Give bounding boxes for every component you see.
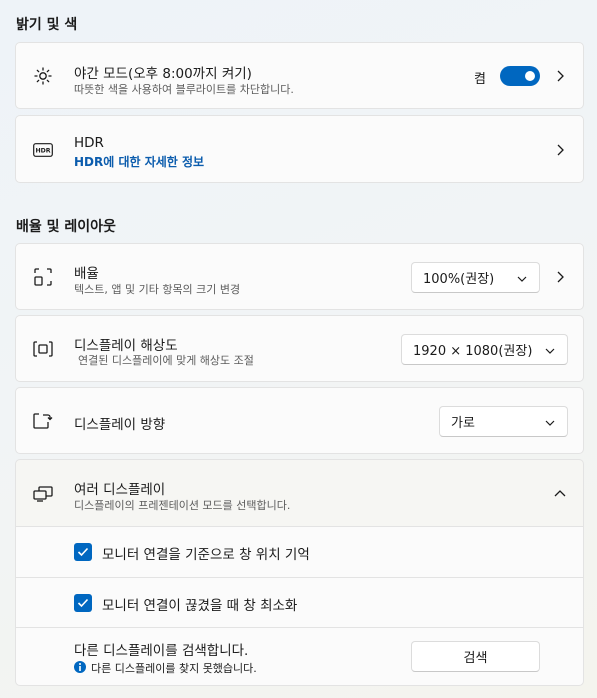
chevron-up-icon[interactable] [553, 487, 567, 501]
svg-text:HDR: HDR [35, 148, 50, 155]
chevron-down-icon [544, 344, 556, 359]
info-icon [74, 661, 86, 673]
option-row-remember-window[interactable]: 모니터 연결을 기준으로 창 위치 기억 [15, 527, 584, 578]
orientation-title: 디스플레이 방향 [74, 417, 166, 433]
resolution-title: 디스플레이 해상도 [74, 338, 178, 354]
resolution-icon [32, 338, 54, 360]
remember-window-label: 모니터 연결을 기준으로 창 위치 기억 [102, 547, 310, 563]
night-light-subtitle: 따뜻한 색을 사용하여 블루라이트를 차단합니다. [74, 83, 294, 96]
chevron-down-icon [516, 272, 528, 287]
scale-dropdown-value: 100%(권장) [423, 272, 495, 287]
section-title-brightness: 밝기 및 색 [16, 17, 78, 33]
night-light-toggle[interactable] [500, 66, 540, 86]
orientation-icon [32, 410, 54, 432]
detect-displays-info: 다른 디스플레이를 찾지 못했습니다. [91, 662, 257, 675]
multiple-displays-icon [32, 483, 54, 505]
chevron-right-icon[interactable] [553, 69, 567, 83]
detect-displays-title: 다른 디스플레이를 검색합니다. [74, 643, 249, 659]
chevron-right-icon[interactable] [553, 143, 567, 157]
resolution-subtitle: 연결된 디스플레이에 맞게 해상도 조절 [78, 354, 254, 367]
multiple-displays-subtitle: 디스플레이의 프레젠테이션 모드를 선택합니다. [74, 499, 291, 512]
scale-dropdown[interactable]: 100%(권장) [411, 262, 540, 293]
detect-displays-row: 다른 디스플레이를 검색합니다. 다른 디스플레이를 찾지 못했습니다. 검색 [15, 628, 584, 686]
orientation-card[interactable]: 디스플레이 방향 가로 [15, 387, 584, 454]
resolution-card[interactable]: 디스플레이 해상도 연결된 디스플레이에 맞게 해상도 조절 1920 × 10… [15, 315, 584, 382]
multiple-displays-title: 여러 디스플레이 [74, 482, 166, 498]
night-light-state-label: 켬 [474, 72, 486, 87]
option-row-minimize-window[interactable]: 모니터 연결이 끊겼을 때 창 최소화 [15, 578, 584, 628]
orientation-dropdown[interactable]: 가로 [439, 406, 568, 437]
night-light-card[interactable]: 야간 모드(오후 8:00까지 켜기) 따뜻한 색을 사용하여 블루라이트를 차… [15, 42, 584, 109]
chevron-down-icon [544, 416, 556, 431]
section-title-scale-layout: 배율 및 레이아웃 [16, 219, 116, 235]
hdr-info-link[interactable]: HDR에 대한 자세한 정보 [74, 153, 204, 170]
multiple-displays-card[interactable]: 여러 디스플레이 디스플레이의 프레젠테이션 모드를 선택합니다. [15, 459, 584, 527]
scale-title: 배율 [74, 266, 99, 282]
scale-subtitle: 텍스트, 앱 및 기타 항목의 크기 변경 [74, 283, 241, 296]
hdr-icon: HDR [32, 139, 54, 161]
resolution-dropdown[interactable]: 1920 × 1080(권장) [401, 334, 568, 365]
detect-button[interactable]: 검색 [411, 641, 540, 672]
minimize-window-checkbox[interactable] [74, 594, 92, 612]
scale-card[interactable]: 배율 텍스트, 앱 및 기타 항목의 크기 변경 100%(권장) [15, 243, 584, 310]
sun-brightness-icon [32, 65, 54, 87]
detect-button-label: 검색 [463, 651, 488, 666]
chevron-right-icon[interactable] [553, 270, 567, 284]
scale-icon [32, 266, 54, 288]
orientation-dropdown-value: 가로 [451, 416, 475, 431]
hdr-title: HDR [74, 135, 104, 151]
resolution-dropdown-value: 1920 × 1080(권장) [413, 344, 533, 359]
remember-window-checkbox[interactable] [74, 543, 92, 561]
minimize-window-label: 모니터 연결이 끊겼을 때 창 최소화 [102, 598, 298, 614]
night-light-title: 야간 모드(오후 8:00까지 켜기) [74, 66, 252, 82]
hdr-card[interactable]: HDR HDR HDR에 대한 자세한 정보 [15, 115, 584, 183]
